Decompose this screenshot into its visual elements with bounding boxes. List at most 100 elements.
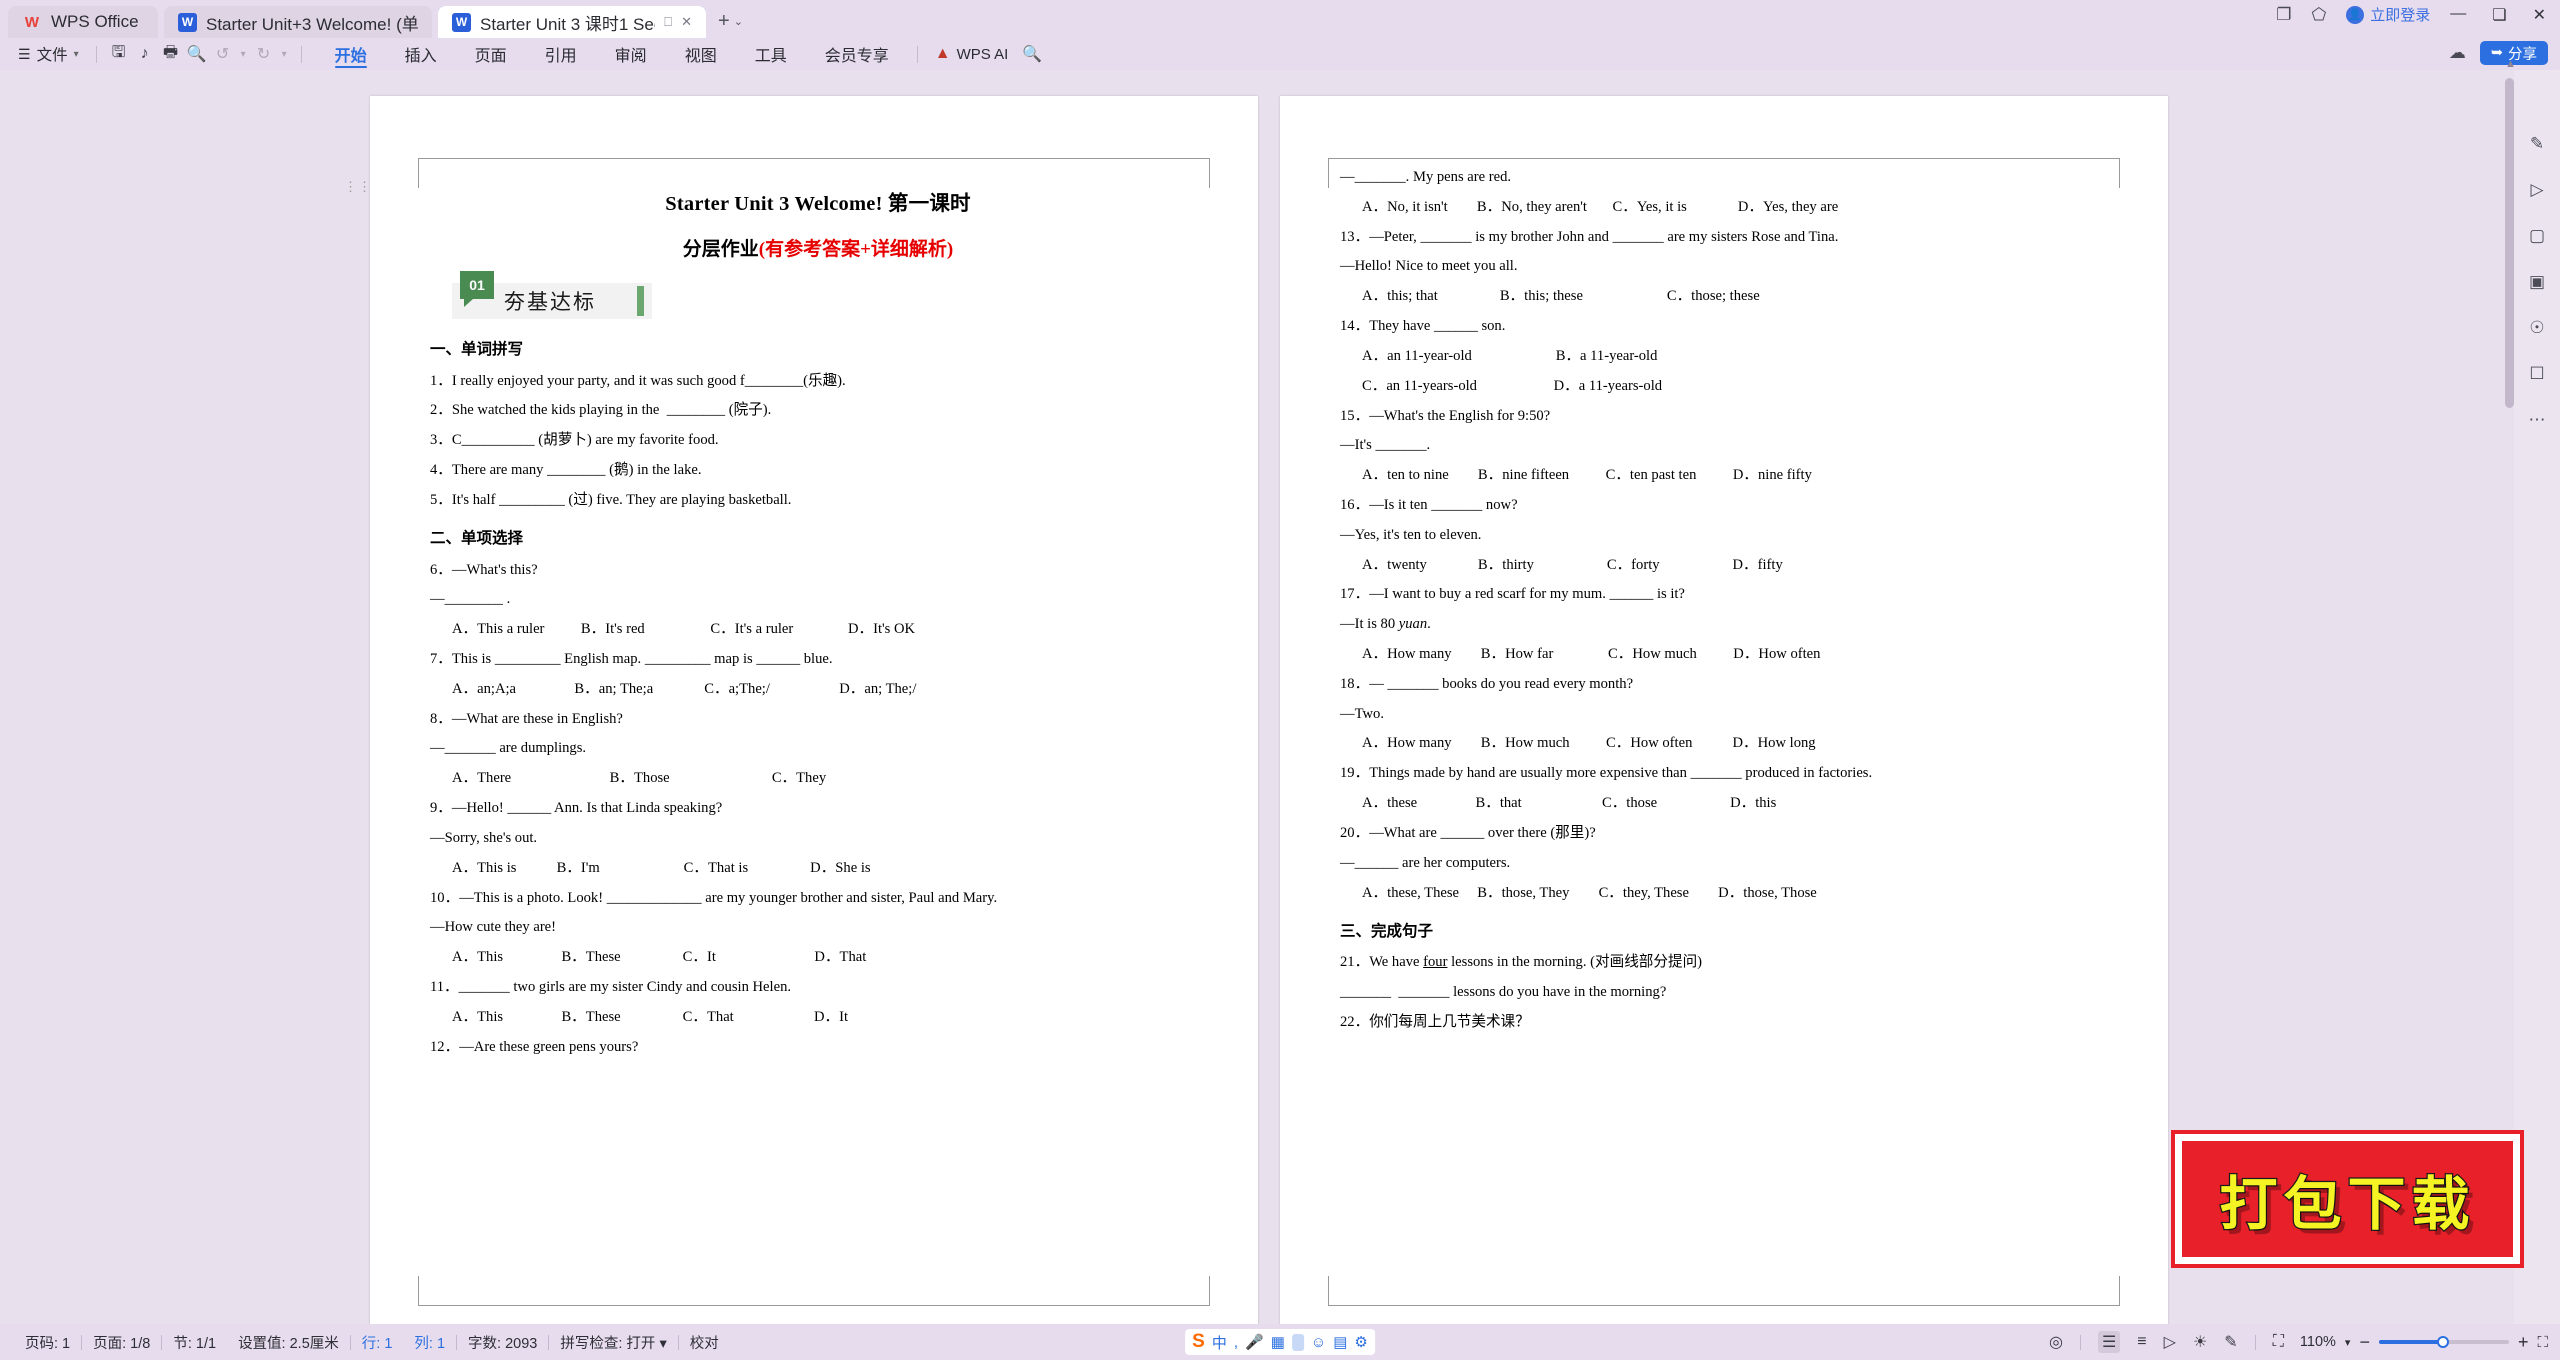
restore-window-icon[interactable]: ❐ <box>2276 5 2291 25</box>
question-options: A．ten to nine B．nine fifteen C．ten past … <box>1362 467 1812 484</box>
status-col[interactable]: 列: 1 <box>403 1332 456 1353</box>
maximize-button[interactable]: ❏ <box>2492 5 2506 25</box>
quick-access-more-icon[interactable]: ▾ <box>277 42 292 66</box>
question-item: 7．This is _________ English map. _______… <box>430 651 833 667</box>
tab-wps-office-home[interactable]: W WPS Office <box>8 6 158 38</box>
monitor-icon[interactable]: ⎕ <box>664 14 672 30</box>
tab-document-1[interactable]: W Starter Unit+3 Welcome! (单元检测 <box>164 6 432 38</box>
undo-dropdown-icon[interactable]: ▾ <box>236 42 251 66</box>
microphone-icon[interactable]: 🎤 <box>1245 1333 1264 1351</box>
cursor-icon[interactable]: ▷ <box>2523 178 2551 202</box>
toolbox-icon[interactable]: ▤ <box>1333 1333 1347 1351</box>
more-icon[interactable]: ⋯ <box>2523 408 2551 432</box>
search-icon[interactable]: 🔍 <box>1022 44 1042 64</box>
fullscreen-icon[interactable]: ⛶ <box>2537 1334 2548 1351</box>
chevron-down-icon[interactable]: ⌄ <box>734 15 743 28</box>
ribbon-tab-member[interactable]: 会员专享 <box>806 38 908 70</box>
scroll-up-arrow-icon[interactable]: ▲ <box>2505 58 2516 70</box>
page-view-icon[interactable]: ☰ <box>2097 1331 2121 1353</box>
wps-ai-label: WPS AI <box>956 45 1009 63</box>
login-button[interactable]: 👤 立即登录 <box>2346 4 2430 25</box>
cloud-save-icon[interactable]: ♪ <box>132 42 158 66</box>
status-page-number[interactable]: 页码: 1 <box>14 1332 81 1353</box>
close-window-button[interactable]: ✕ <box>2533 5 2546 25</box>
file-menu-button[interactable]: ☰ 文件 ▾ <box>10 43 87 65</box>
tab-document-2[interactable]: W Starter Unit 3 课时1 Section ⎕ ✕ <box>438 6 706 38</box>
skin-icon[interactable] <box>1291 1333 1304 1351</box>
ribbon-tab-page[interactable]: 页面 <box>456 38 526 70</box>
help-icon[interactable]: ☉ <box>2523 316 2551 340</box>
zoom-out-button[interactable]: − <box>2359 1332 2370 1353</box>
fit-page-icon[interactable]: ⛶ <box>2273 1333 2284 1351</box>
zoom-level-label[interactable]: 110% <box>2300 1334 2336 1350</box>
cube-icon[interactable]: ⬠ <box>2311 5 2326 25</box>
status-setting-value[interactable]: 设置值: 2.5厘米 <box>227 1332 350 1353</box>
print-icon[interactable]: 🖶 <box>158 42 184 66</box>
zoom-slider[interactable] <box>2378 1336 2509 1348</box>
chevron-down-icon[interactable]: ▾ <box>2345 1336 2351 1349</box>
ribbon-tab-start[interactable]: 开始 <box>316 38 386 70</box>
settings-icon[interactable]: ⚙ <box>1354 1333 1367 1351</box>
question-item: 11．_______ two girls are my sister Cindy… <box>430 978 792 995</box>
picture-icon[interactable]: ▣ <box>2523 270 2551 294</box>
ribbon-tab-review[interactable]: 审阅 <box>596 38 666 70</box>
question-item: 3．C__________ (胡萝卜) are my favorite food… <box>430 432 719 449</box>
question-options: A．This a ruler B．It's red C．It's a ruler… <box>452 621 916 638</box>
ribbon-tab-tools[interactable]: 工具 <box>736 38 806 70</box>
document-workspace[interactable]: ⋮⋮ Starter Unit 3 Welcome! 第一课时 分层作业(有参考… <box>0 70 2560 1324</box>
zoom-in-button[interactable]: + <box>2518 1332 2529 1353</box>
ribbon-tab-reference[interactable]: 引用 <box>526 38 596 70</box>
status-spellcheck[interactable]: 拼写检查: 打开 ▾ <box>549 1332 677 1353</box>
new-tab-button[interactable]: + <box>718 10 730 33</box>
cloud-upload-icon[interactable]: ☁ <box>2449 43 2466 63</box>
question-item: 10．—This is a photo. Look! _____________… <box>430 889 998 906</box>
status-proofread[interactable]: 校对 <box>679 1332 730 1353</box>
ribbon-tabs: 开始 插入 页面 引用 审阅 视图 工具 会员专享 <box>316 38 908 70</box>
status-page-of[interactable]: 页面: 1/8 <box>82 1332 161 1353</box>
print-preview-icon[interactable]: 🔍 <box>184 42 210 66</box>
read-view-icon[interactable]: ▷ <box>2164 1332 2176 1352</box>
vertical-scrollbar-thumb[interactable] <box>2505 78 2514 408</box>
part1-heading: 一、单词拼写 <box>430 341 524 358</box>
file-menu-label: 文件 <box>36 47 68 64</box>
tab-document-1-label: Starter Unit+3 Welcome! (单元检测 <box>206 14 418 34</box>
document-page-left[interactable]: ⋮⋮ Starter Unit 3 Welcome! 第一课时 分层作业(有参考… <box>344 96 1258 1324</box>
minimize-button[interactable]: — <box>2450 5 2466 25</box>
undo-icon[interactable]: ↺ <box>210 42 236 66</box>
download-stamp-overlay[interactable]: 打包下载 <box>2171 1130 2524 1268</box>
keyboard-icon[interactable]: ▦ <box>1271 1333 1285 1351</box>
close-icon[interactable]: ✕ <box>681 14 692 30</box>
save-icon[interactable]: 🖫 <box>106 42 132 66</box>
wps-ai-button[interactable]: ▲ WPS AI <box>935 45 1009 63</box>
drag-handle-icon[interactable]: ⋮⋮ <box>344 180 371 202</box>
question-options: A．these, These B．those, They C．they, The… <box>1362 884 1817 901</box>
focus-mode-icon[interactable]: ◎ <box>2049 1332 2063 1352</box>
sogou-logo-icon: S <box>1192 1331 1205 1352</box>
question-options: C．an 11-years-old D．a 11-years-old <box>1362 377 1663 394</box>
status-right-controls: ◎ ☰ ≡ ▷ ☀ ✎ ⛶ 110% ▾ − + ⛶ <box>2049 1331 2548 1353</box>
ribbon-right-controls: ☁ ➥ 分享 <box>2449 41 2548 65</box>
ribbon-tab-insert[interactable]: 插入 <box>386 38 456 70</box>
status-row[interactable]: 行: 1 <box>351 1332 404 1353</box>
document-page-right[interactable]: —_______. My pens are red. A．No, it isn'… <box>1280 96 2168 1324</box>
shapes-icon[interactable]: ▢ <box>2523 224 2551 248</box>
status-word-count[interactable]: 字数: 2093 <box>457 1332 548 1353</box>
ime-language-label[interactable]: 中 <box>1212 1332 1227 1353</box>
sogou-ime-bar[interactable]: S 中 , 🎤 ▦ ☺ ▤ ⚙ <box>1185 1329 1375 1355</box>
web-view-icon[interactable]: ☀ <box>2193 1332 2207 1352</box>
outline-view-icon[interactable]: ≡ <box>2137 1333 2146 1351</box>
page-right-body: —_______. My pens are red. A．No, it isn'… <box>1340 169 2116 1030</box>
divider <box>2254 1334 2256 1350</box>
emoji-icon[interactable]: ☺ <box>1311 1334 1326 1351</box>
page-title: Starter Unit 3 Welcome! 第一课时 <box>665 193 971 215</box>
question-item: 21．We have four lessons in the morning. … <box>1340 954 1703 971</box>
redo-icon[interactable]: ↻ <box>251 42 277 66</box>
question-options: A．these B．that C．those D．this <box>1362 795 1777 812</box>
pen-icon[interactable]: ✎ <box>2523 132 2551 156</box>
ribbon-tab-view[interactable]: 视图 <box>666 38 736 70</box>
zoom-slider-knob[interactable] <box>2436 1336 2449 1348</box>
clipboard-icon[interactable]: ☐ <box>2523 362 2551 386</box>
ink-view-icon[interactable]: ✎ <box>2224 1332 2237 1352</box>
punctuation-icon[interactable]: , <box>1234 1334 1238 1351</box>
status-section[interactable]: 节: 1/1 <box>162 1332 227 1353</box>
